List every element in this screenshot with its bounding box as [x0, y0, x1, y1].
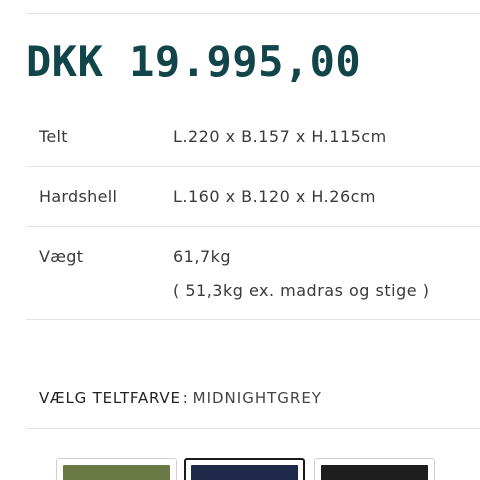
swatch-fill [63, 465, 170, 480]
product-price: DKK 19.995,00 [26, 37, 362, 86]
top-divider [26, 13, 480, 14]
spec-table: Telt L.220 x B.157 x H.115cm Hardshell L… [26, 107, 480, 320]
spec-value: L.220 x B.157 x H.115cm [173, 127, 387, 146]
spec-note: ( 51,3kg ex. madras og stige ) [173, 281, 430, 300]
spec-row-vaegt: Vægt 61,7kg ( 51,3kg ex. madras og stige… [26, 227, 480, 320]
color-swatch-midnightgrey[interactable] [184, 458, 305, 480]
color-picker-separator: : [182, 389, 189, 407]
selected-color-name: MIDNIGHTGREY [192, 389, 322, 407]
product-detail-page: DKK 19.995,00 Telt L.220 x B.157 x H.115… [0, 0, 480, 480]
spec-label: Telt [39, 127, 68, 146]
spec-label: Vægt [39, 247, 84, 266]
spec-label: Hardshell [39, 187, 118, 206]
color-picker-label: VÆLG TELTFARVE [39, 389, 181, 407]
swatch-fill [321, 465, 428, 480]
bottom-divider [26, 428, 480, 429]
color-swatch-green[interactable] [56, 458, 177, 480]
color-picker-heading: VÆLG TELTFARVE: MIDNIGHTGREY [39, 389, 322, 407]
spec-row-telt: Telt L.220 x B.157 x H.115cm [26, 107, 480, 167]
swatch-fill [191, 465, 298, 480]
color-swatch-list [56, 458, 480, 480]
spec-row-hardshell: Hardshell L.160 x B.120 x H.26cm [26, 167, 480, 227]
color-swatch-black[interactable] [314, 458, 435, 480]
spec-value: 61,7kg [173, 247, 232, 266]
spec-value: L.160 x B.120 x H.26cm [173, 187, 376, 206]
